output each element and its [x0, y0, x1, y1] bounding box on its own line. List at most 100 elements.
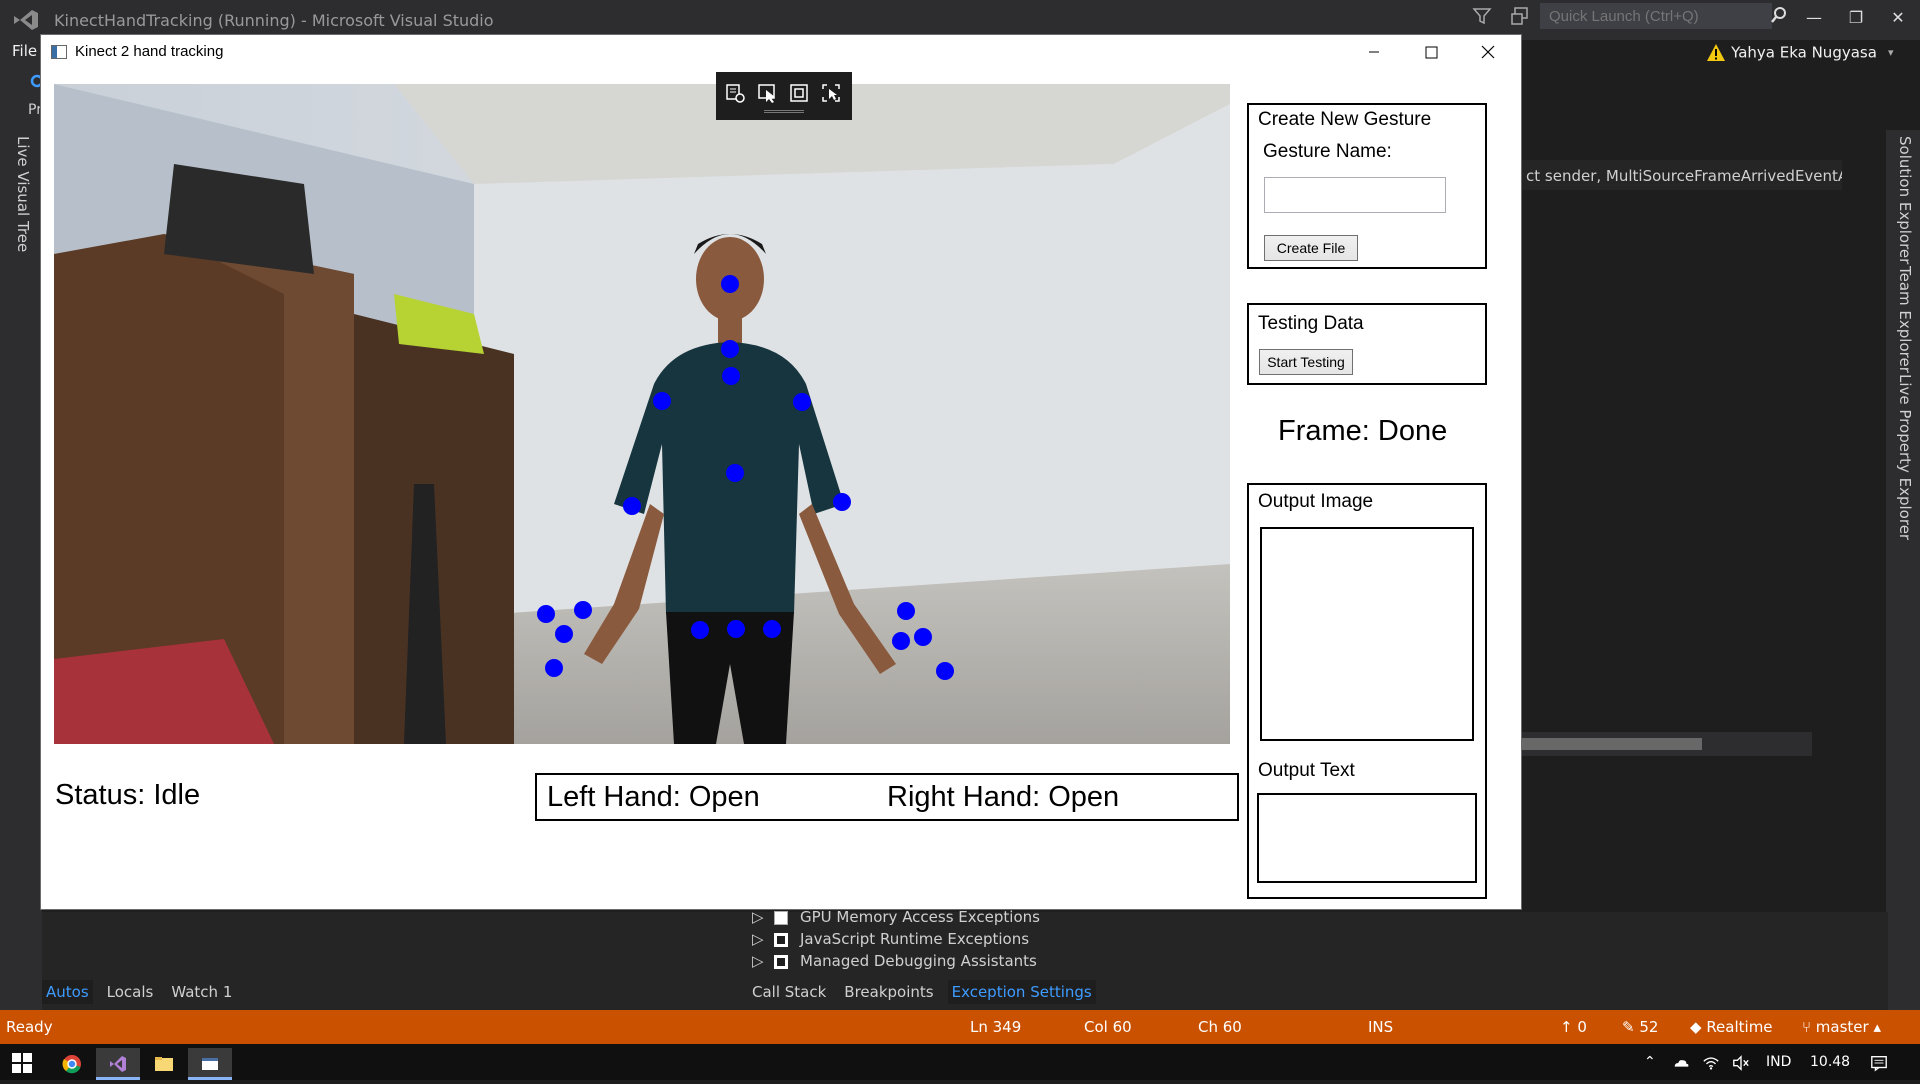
exception-label: Managed Debugging Assistants — [800, 952, 1037, 970]
clock[interactable]: 10.48 — [1810, 1054, 1850, 1070]
git-branch-icon: ⑂ — [1802, 1018, 1816, 1036]
minimize-icon[interactable] — [1351, 37, 1397, 67]
notification-icon[interactable] — [1870, 1054, 1888, 1072]
joint-thumb-right — [892, 632, 910, 650]
tab-locals[interactable]: Locals — [103, 980, 158, 1004]
hand-state-box: Left Hand: Open Right Hand: Open — [535, 773, 1239, 821]
status-column: Col 60 — [1084, 1018, 1132, 1036]
frame-status: Frame: Done — [1278, 415, 1448, 447]
vs-window-title: KinectHandTracking (Running) - Microsoft… — [54, 11, 494, 30]
joint-hand-right — [914, 628, 932, 646]
tab-solution-explorer[interactable]: Solution Explorer — [1892, 136, 1914, 264]
vs-minimize-button[interactable]: — — [1796, 4, 1832, 32]
app-title-bar[interactable]: Kinect 2 hand tracking — [41, 35, 1521, 69]
joint-elbow-right — [833, 493, 851, 511]
file-explorer-icon[interactable] — [142, 1048, 186, 1080]
start-testing-button[interactable]: Start Testing — [1259, 349, 1353, 375]
toolbar-drag-handle[interactable] — [764, 110, 804, 113]
go-to-live-visual-tree-icon[interactable] — [724, 82, 746, 104]
create-file-button[interactable]: Create File — [1264, 235, 1358, 261]
onedrive-icon[interactable] — [1672, 1054, 1690, 1072]
feedback-icon[interactable] — [1510, 6, 1530, 26]
code-editor[interactable] — [1522, 160, 1874, 730]
exception-checkbox[interactable] — [774, 910, 788, 925]
tab-breakpoints[interactable]: Breakpoints — [840, 980, 937, 1004]
exception-checkbox[interactable] — [774, 932, 788, 947]
joint-hip-right — [763, 620, 781, 638]
display-layout-adorners-icon[interactable] — [788, 82, 810, 104]
expand-arrow-icon[interactable]: ▷ — [752, 908, 764, 926]
exception-row-gpu[interactable]: ▷ GPU Memory Access Exceptions — [752, 908, 1040, 930]
exception-row-mda[interactable]: ▷ Managed Debugging Assistants — [752, 952, 1037, 974]
tab-call-stack[interactable]: Call Stack — [748, 980, 830, 1004]
user-name: Yahya Eka Nugyasa — [1731, 43, 1877, 62]
chevron-up-icon[interactable]: ⌃ — [1644, 1054, 1662, 1072]
search-icon[interactable] — [1770, 6, 1788, 24]
track-focused-element-icon[interactable] — [820, 82, 842, 104]
windows-start-icon[interactable] — [12, 1053, 32, 1073]
debug-tabs-left: Autos Locals Watch 1 — [42, 980, 246, 1006]
chrome-icon[interactable] — [50, 1048, 94, 1080]
xaml-debug-toolbar — [716, 72, 852, 120]
tab-autos[interactable]: Autos — [42, 980, 93, 1004]
app-window-title: Kinect 2 hand tracking — [75, 43, 224, 60]
joint-wrist-left — [555, 625, 573, 643]
exception-checkbox[interactable] — [774, 954, 788, 969]
create-gesture-panel: Create New Gesture Gesture Name: Create … — [1247, 103, 1487, 269]
expand-arrow-icon[interactable]: ▷ — [752, 952, 764, 970]
testing-data-panel: Testing Data Start Testing — [1247, 303, 1487, 385]
right-hand-state: Right Hand: Open — [887, 781, 1120, 813]
testing-data-title: Testing Data — [1258, 313, 1364, 334]
output-text-title: Output Text — [1258, 760, 1355, 781]
close-icon[interactable] — [1465, 37, 1511, 67]
status-line: Ln 349 — [970, 1018, 1022, 1036]
select-element-icon[interactable] — [756, 82, 778, 104]
exception-row-javascript[interactable]: ▷ JavaScript Runtime Exceptions — [752, 930, 1029, 952]
wifi-icon[interactable] — [1702, 1054, 1720, 1072]
vs-user-account[interactable]: Yahya Eka Nugyasa ▾ — [1706, 42, 1894, 64]
vs-restore-button[interactable]: ❐ — [1838, 4, 1874, 32]
joint-spine-shoulder — [722, 367, 740, 385]
status-repository[interactable]: ◆ Realtime — [1690, 1018, 1773, 1036]
tab-live-visual-tree[interactable]: Live Visual Tree — [10, 136, 32, 252]
exception-label: JavaScript Runtime Exceptions — [800, 930, 1030, 948]
editor-scroll-thumb[interactable] — [1522, 738, 1702, 750]
maximize-icon[interactable] — [1408, 37, 1454, 67]
joint-spine-mid — [726, 464, 744, 482]
joint-hand-tip-left — [537, 605, 555, 623]
filter-icon[interactable] — [1472, 6, 1492, 26]
menu-file[interactable]: File — [12, 42, 37, 60]
visual-studio-taskbar-icon[interactable] — [96, 1048, 140, 1080]
tab-exception-settings[interactable]: Exception Settings — [947, 980, 1096, 1004]
joint-hand-left — [574, 601, 592, 619]
input-language[interactable]: IND — [1766, 1054, 1791, 1070]
gesture-name-input[interactable] — [1264, 177, 1446, 213]
expand-arrow-icon[interactable]: ▷ — [752, 930, 764, 948]
tab-live-property-explorer[interactable]: Live Property Explorer — [1892, 374, 1914, 540]
kinect-app-taskbar-icon[interactable] — [188, 1048, 232, 1080]
joint-elbow-left — [623, 497, 641, 515]
quick-launch-input[interactable] — [1540, 3, 1772, 29]
joint-neck — [721, 340, 739, 358]
app-window-icon — [51, 45, 67, 59]
warning-icon — [1707, 43, 1725, 61]
pencil-icon: ✎ — [1622, 1018, 1640, 1036]
left-hand-state: Left Hand: Open — [547, 781, 760, 813]
git-repo-icon: ◆ — [1690, 1018, 1707, 1036]
joint-shoulder-right — [793, 393, 811, 411]
status-push[interactable]: ↑ 0 — [1560, 1018, 1587, 1036]
visual-studio-logo-icon — [14, 10, 38, 30]
windows-taskbar: ⌃ IND 10.48 — [0, 1044, 1920, 1080]
member-dropdown[interactable]: ct sender, MultiSourceFrameArrivedEventA… — [1522, 160, 1842, 190]
chevron-down-icon: ▾ — [1888, 46, 1894, 59]
status-branch[interactable]: ⑂ master ▴ — [1802, 1018, 1881, 1036]
output-image-box — [1260, 527, 1474, 741]
create-gesture-title: Create New Gesture — [1258, 109, 1432, 130]
vs-close-button[interactable]: ✕ — [1880, 4, 1916, 32]
status-pending-changes[interactable]: ✎ 52 — [1622, 1018, 1658, 1036]
camera-feed-view — [54, 84, 1230, 744]
tab-watch-1[interactable]: Watch 1 — [167, 980, 236, 1004]
volume-muted-icon[interactable] — [1732, 1054, 1750, 1072]
joint-head — [721, 275, 739, 293]
tab-team-explorer[interactable]: Team Explorer — [1892, 266, 1914, 373]
